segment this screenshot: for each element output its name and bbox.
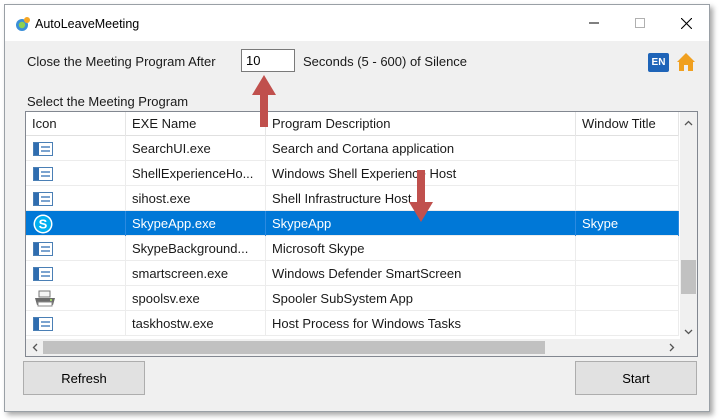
app-window-icon <box>33 266 53 281</box>
window-title: AutoLeaveMeeting <box>35 17 140 31</box>
svg-text:S: S <box>39 216 48 231</box>
close-button[interactable] <box>663 5 709 41</box>
app-window-icon <box>33 241 53 256</box>
minimize-button[interactable] <box>571 5 617 41</box>
description-cell: Windows Defender SmartScreen <box>266 261 576 286</box>
vertical-scroll-thumb[interactable] <box>681 260 696 294</box>
list-item[interactable]: sihost.exe Shell Infrastructure Host <box>26 186 679 211</box>
scroll-down-button[interactable] <box>680 323 697 340</box>
language-button[interactable]: EN <box>648 53 669 72</box>
window-title-cell <box>576 186 679 211</box>
start-button[interactable]: Start <box>575 361 697 395</box>
app-window: AutoLeaveMeeting Close the Meeting Progr… <box>4 4 710 412</box>
app-window-icon <box>33 166 53 181</box>
close-after-label: Close the Meeting Program After <box>27 54 216 69</box>
column-header-description[interactable]: Program Description <box>266 112 576 136</box>
column-header-window-title[interactable]: Window Title <box>576 112 679 136</box>
window-title-cell <box>576 311 679 336</box>
window-title-cell <box>576 236 679 261</box>
annotation-arrow-down-icon <box>409 170 433 222</box>
row-icon-cell <box>26 261 126 286</box>
exe-name-cell: SkypeBackground... <box>126 236 266 261</box>
column-header-exe-name[interactable]: EXE Name <box>126 112 266 136</box>
app-window-icon <box>33 191 53 206</box>
list-item[interactable]: ShellExperienceHo... Windows Shell Exper… <box>26 161 679 186</box>
row-icon-cell <box>26 136 126 161</box>
description-cell: Spooler SubSystem App <box>266 286 576 311</box>
horizontal-scrollbar[interactable] <box>26 339 680 356</box>
app-logo-icon <box>16 17 30 31</box>
exe-name-cell: spoolsv.exe <box>126 286 266 311</box>
exe-name-cell: SkypeApp.exe <box>126 211 266 236</box>
scroll-left-button[interactable] <box>26 339 43 356</box>
title-bar: AutoLeaveMeeting <box>5 5 709 41</box>
chevron-down-icon <box>684 329 693 334</box>
home-icon[interactable] <box>675 51 697 73</box>
skype-icon: S <box>33 214 53 233</box>
app-window-icon <box>33 141 53 156</box>
row-icon-cell <box>26 311 126 336</box>
printer-icon <box>35 290 55 306</box>
silence-seconds-input[interactable] <box>241 49 295 72</box>
exe-name-cell: SearchUI.exe <box>126 136 266 161</box>
chevron-up-icon <box>684 120 693 125</box>
row-icon-cell <box>26 161 126 186</box>
seconds-range-label: Seconds (5 - 600) of Silence <box>303 54 468 69</box>
list-item[interactable]: SkypeBackground... Microsoft Skype <box>26 236 679 261</box>
select-program-label: Select the Meeting Program <box>27 94 189 109</box>
window-title-cell <box>576 286 679 311</box>
list-item[interactable]: taskhostw.exe Host Process for Windows T… <box>26 311 679 336</box>
column-header-icon[interactable]: Icon <box>26 112 126 136</box>
description-cell: Microsoft Skype <box>266 236 576 261</box>
list-header: Icon EXE Name Program Description Window… <box>26 112 679 136</box>
exe-name-cell: ShellExperienceHo... <box>126 161 266 186</box>
annotation-arrow-up-icon <box>252 75 276 127</box>
horizontal-scroll-thumb[interactable] <box>43 341 545 354</box>
window-title-cell <box>576 261 679 286</box>
row-icon-cell <box>26 236 126 261</box>
chevron-left-icon <box>32 343 37 352</box>
minimize-icon <box>589 22 599 24</box>
window-title-cell <box>576 161 679 186</box>
scrollbar-corner <box>680 339 697 356</box>
window-title-cell <box>576 136 679 161</box>
close-icon <box>680 17 692 29</box>
maximize-button[interactable] <box>617 5 663 41</box>
chevron-right-icon <box>669 343 674 352</box>
vertical-scrollbar[interactable] <box>680 112 697 341</box>
scroll-up-button[interactable] <box>680 114 697 131</box>
window-title-cell: Skype <box>576 211 679 236</box>
row-icon-cell <box>26 286 126 311</box>
list-item[interactable]: smartscreen.exe Windows Defender SmartSc… <box>26 261 679 286</box>
scroll-right-button[interactable] <box>663 339 680 356</box>
list-item-selected[interactable]: S SkypeApp.exe SkypeApp Skype <box>26 211 679 236</box>
list-item[interactable]: SearchUI.exe Search and Cortana applicat… <box>26 136 679 161</box>
exe-name-cell: taskhostw.exe <box>126 311 266 336</box>
app-window-icon <box>33 316 53 331</box>
row-icon-cell: S <box>26 211 126 236</box>
row-icon-cell <box>26 186 126 211</box>
exe-name-cell: smartscreen.exe <box>126 261 266 286</box>
description-cell: Search and Cortana application <box>266 136 576 161</box>
exe-name-cell: sihost.exe <box>126 186 266 211</box>
list-item[interactable]: spoolsv.exe Spooler SubSystem App <box>26 286 679 311</box>
refresh-button[interactable]: Refresh <box>23 361 145 395</box>
program-list[interactable]: Icon EXE Name Program Description Window… <box>25 111 698 357</box>
maximize-icon <box>635 18 645 28</box>
description-cell: Host Process for Windows Tasks <box>266 311 576 336</box>
